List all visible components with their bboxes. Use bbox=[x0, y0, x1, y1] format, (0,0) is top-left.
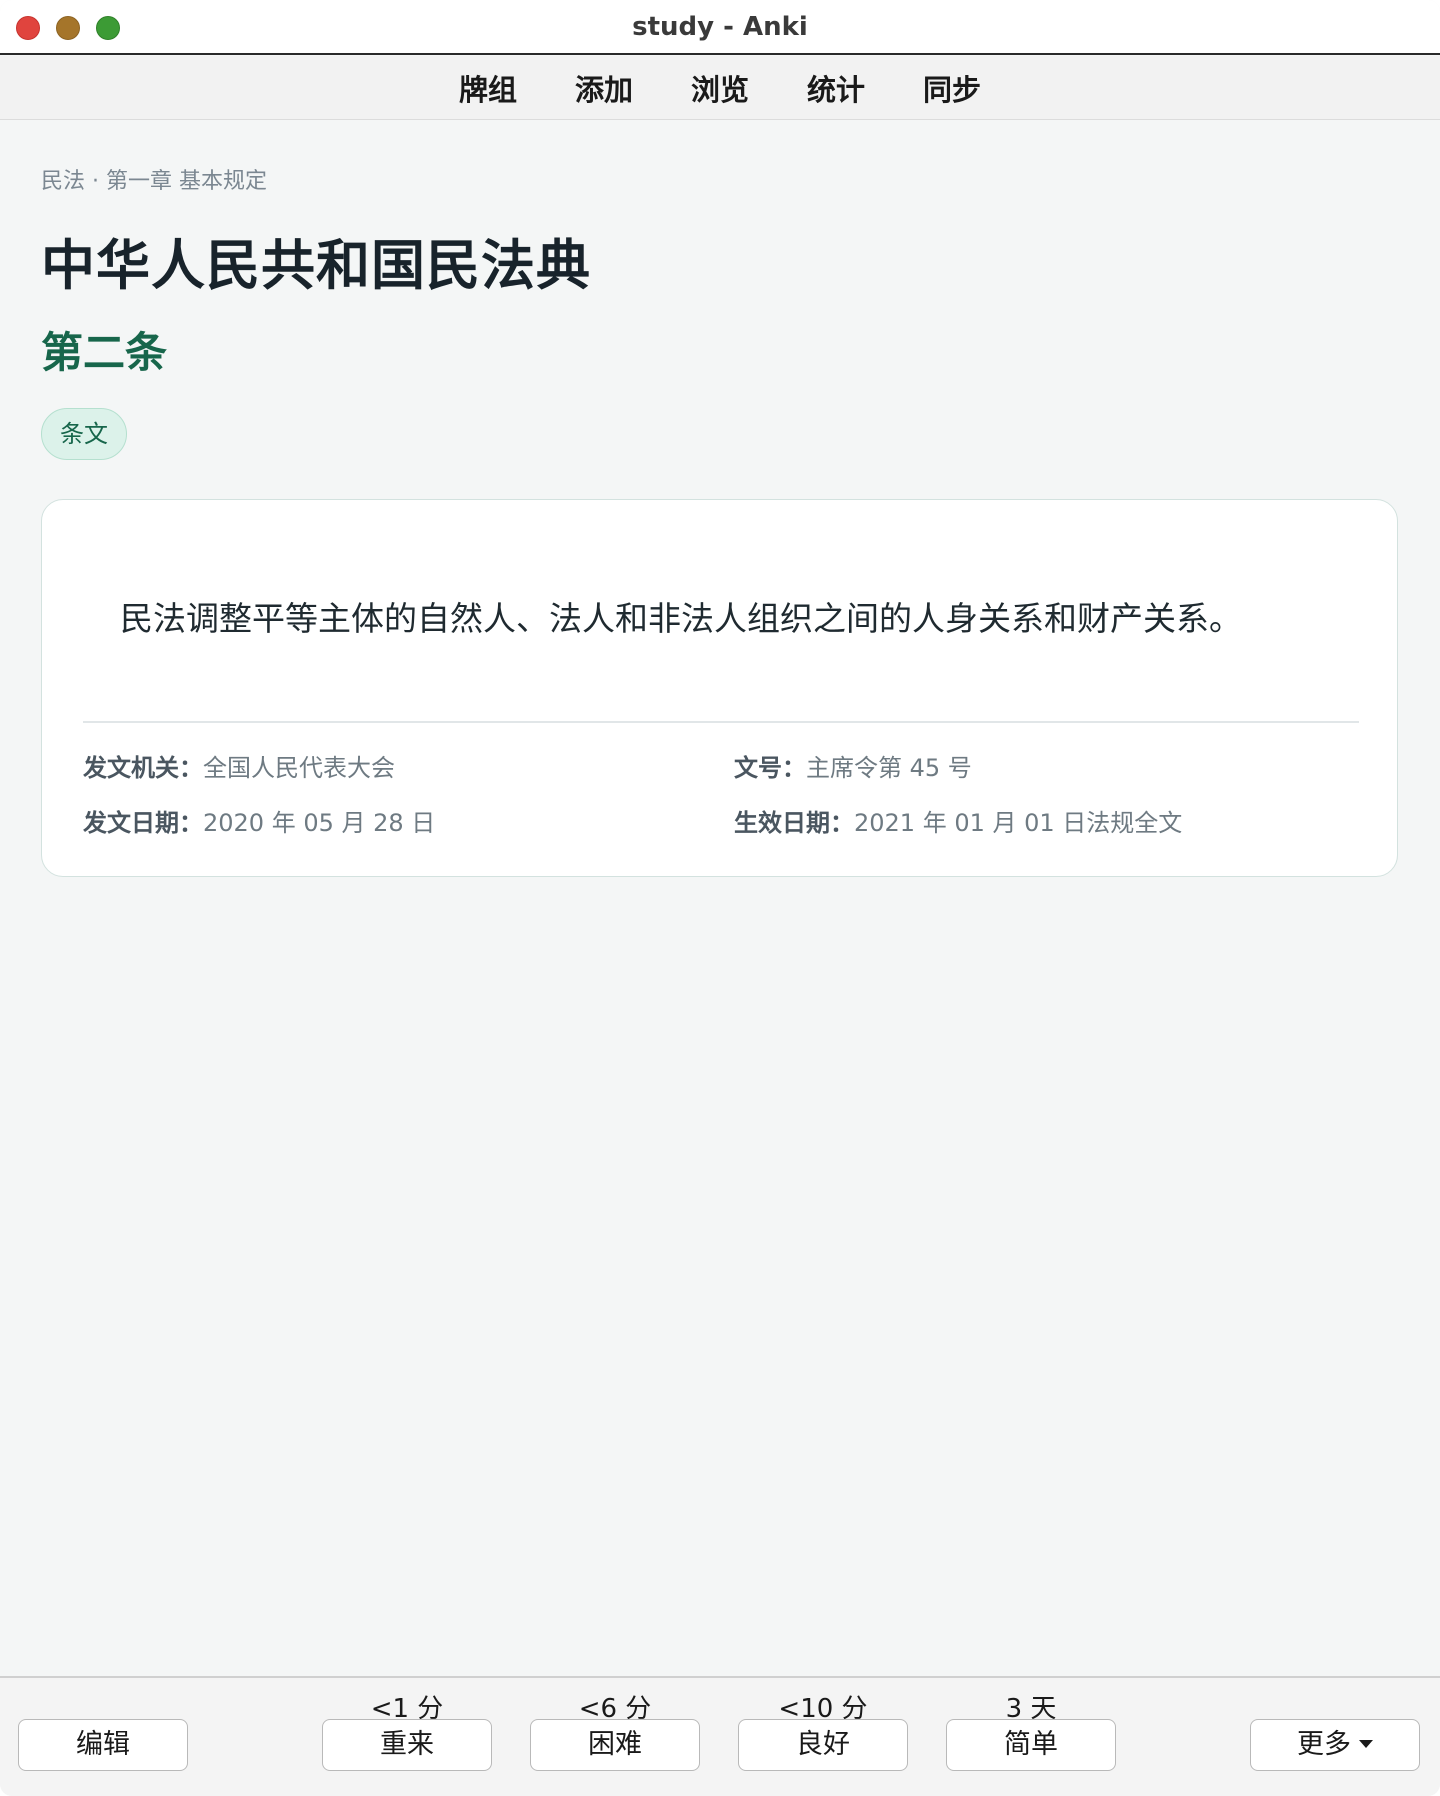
easy-button[interactable]: 简单 bbox=[946, 1719, 1116, 1771]
article-card: 民法调整平等主体的自然人、法人和非法人组织之间的人身关系和财产关系。 发文机关：… bbox=[41, 499, 1398, 877]
meta-issuer: 发文机关：全国人民代表大会 bbox=[83, 748, 395, 783]
law-title: 中华人民共和国民法典 bbox=[41, 234, 591, 297]
tag-badge: 条文 bbox=[41, 408, 127, 460]
hard-button[interactable]: 困难 bbox=[530, 1719, 700, 1771]
meta-issuer-label: 发文机关： bbox=[83, 754, 203, 782]
nav-decks[interactable]: 牌组 bbox=[430, 67, 546, 109]
meta-issue-date-label: 发文日期： bbox=[83, 809, 203, 837]
answer-bar: <1 分 <6 分 <10 分 3 天 编辑 重来 困难 良好 简单 更多 bbox=[0, 1676, 1440, 1796]
again-button[interactable]: 重来 bbox=[322, 1719, 492, 1771]
article-number: 第二条 bbox=[41, 328, 168, 377]
article-text: 民法调整平等主体的自然人、法人和非法人组织之间的人身关系和财产关系。 bbox=[120, 599, 1242, 638]
edit-button[interactable]: 编辑 bbox=[18, 1719, 188, 1771]
meta-effective-date: 生效日期：2021 年 01 月 01 日法规全文 bbox=[734, 803, 1182, 838]
window-title: study - Anki bbox=[632, 12, 808, 42]
more-button[interactable]: 更多 bbox=[1250, 1719, 1420, 1771]
meta-effective-date-value: 2021 年 01 月 01 日法规全文 bbox=[854, 809, 1183, 837]
more-button-label: 更多 bbox=[1297, 1729, 1351, 1760]
nav-add[interactable]: 添加 bbox=[546, 67, 662, 109]
meta-doc-no-label: 文号： bbox=[734, 754, 806, 782]
top-nav: 牌组 添加 浏览 统计 同步 bbox=[0, 56, 1440, 120]
anki-window: study - Anki 牌组 添加 浏览 统计 同步 民法 · 第一章 基本规… bbox=[0, 0, 1440, 1796]
meta-doc-no: 文号：主席令第 45 号 bbox=[734, 748, 972, 783]
meta-doc-no-value: 主席令第 45 号 bbox=[806, 754, 972, 782]
nav-stats[interactable]: 统计 bbox=[778, 67, 894, 109]
caret-down-icon bbox=[1359, 1739, 1373, 1748]
good-button[interactable]: 良好 bbox=[738, 1719, 908, 1771]
title-bar: study - Anki bbox=[0, 0, 1440, 55]
meta-issue-date-value: 2020 年 05 月 28 日 bbox=[203, 809, 436, 837]
nav-sync[interactable]: 同步 bbox=[894, 67, 1010, 109]
nav-browse[interactable]: 浏览 bbox=[662, 67, 778, 109]
meta-effective-date-label: 生效日期： bbox=[734, 809, 854, 837]
meta-issuer-value: 全国人民代表大会 bbox=[203, 754, 395, 782]
card-divider bbox=[83, 721, 1359, 723]
review-content: 民法 · 第一章 基本规定 中华人民共和国民法典 第二条 条文 民法调整平等主体… bbox=[0, 121, 1440, 1676]
breadcrumb: 民法 · 第一章 基本规定 bbox=[41, 169, 267, 194]
meta-issue-date: 发文日期：2020 年 05 月 28 日 bbox=[83, 803, 435, 838]
